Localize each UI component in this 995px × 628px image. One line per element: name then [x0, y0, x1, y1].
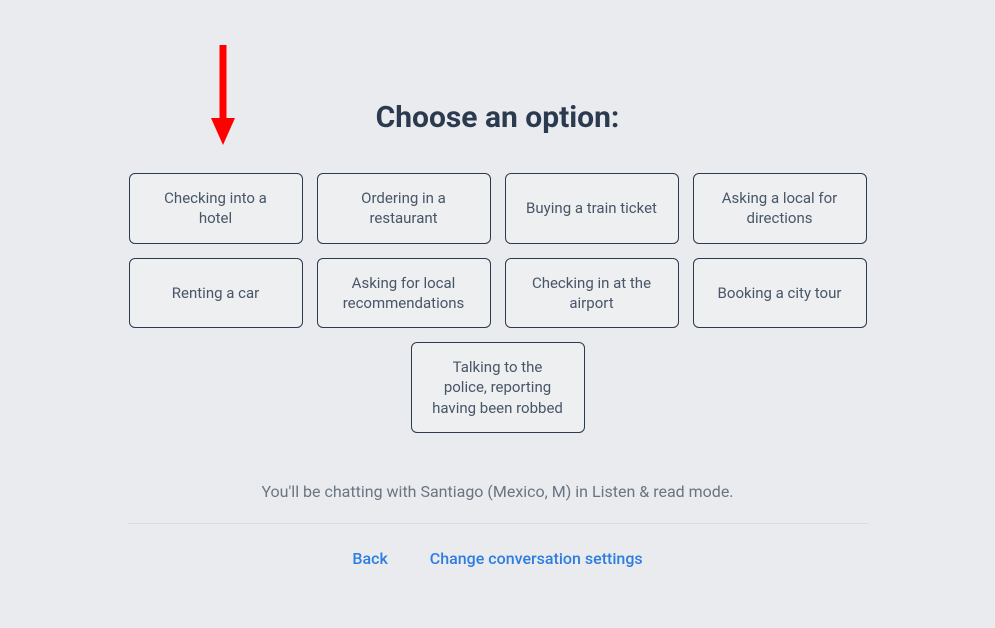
status-text: You'll be chatting with Santiago (Mexico…	[261, 482, 733, 501]
option-renting-car[interactable]: Renting a car	[129, 258, 303, 329]
bottom-links: Back Change conversation settings	[352, 549, 642, 568]
option-buying-train-ticket[interactable]: Buying a train ticket	[505, 173, 679, 244]
divider	[128, 523, 868, 524]
page-title: Choose an option:	[376, 100, 620, 135]
options-row-1: Checking into a hotel Ordering in a rest…	[129, 173, 867, 244]
red-arrow-annotation	[203, 40, 243, 150]
back-link[interactable]: Back	[352, 549, 387, 568]
option-booking-city-tour[interactable]: Booking a city tour	[693, 258, 867, 329]
options-row-2: Renting a car Asking for local recommend…	[129, 258, 867, 329]
option-airport-checkin[interactable]: Checking in at the airport	[505, 258, 679, 329]
option-checking-into-hotel[interactable]: Checking into a hotel	[129, 173, 303, 244]
option-asking-directions[interactable]: Asking a local for directions	[693, 173, 867, 244]
change-settings-link[interactable]: Change conversation settings	[430, 549, 643, 568]
option-ordering-restaurant[interactable]: Ordering in a restaurant	[317, 173, 491, 244]
option-local-recommendations[interactable]: Asking for local recommendations	[317, 258, 491, 329]
option-police-report[interactable]: Talking to the police, reporting having …	[411, 342, 585, 433]
options-row-3: Talking to the police, reporting having …	[411, 342, 585, 433]
